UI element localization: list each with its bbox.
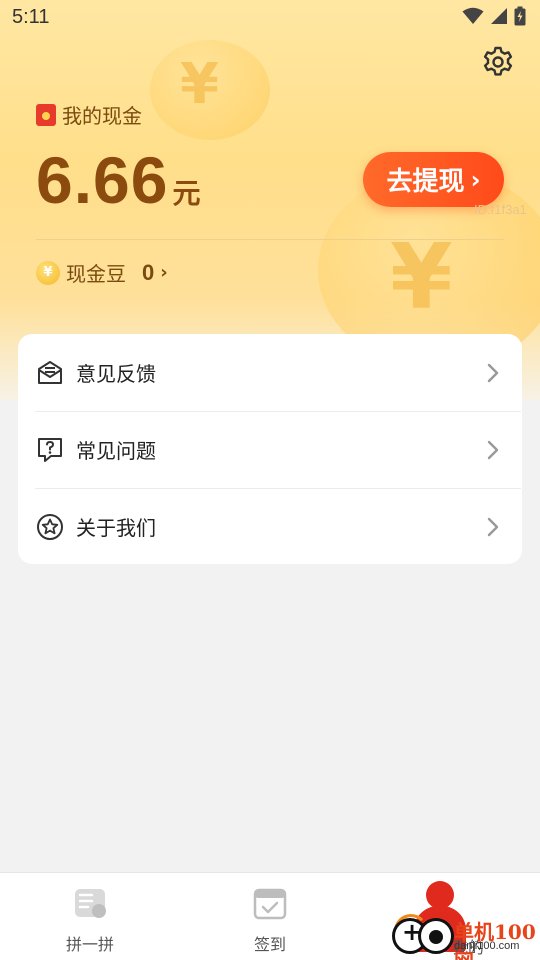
chevron-right-icon xyxy=(487,440,499,459)
watermark-logo: 我的 + 单机100网 danji100.com xyxy=(388,878,540,960)
calendar-check-icon xyxy=(253,888,287,920)
profile-person-icon xyxy=(426,881,454,909)
tab-label: 拼一拼 xyxy=(65,935,114,954)
watermark-url: danji100.com xyxy=(454,940,520,952)
menu-item-feedback[interactable]: 意见反馈 xyxy=(18,334,522,411)
watermark-dot xyxy=(429,930,443,944)
red-envelope-icon xyxy=(36,103,56,126)
user-id: ID:f1f3a1 xyxy=(474,202,527,217)
chevron-right-icon xyxy=(487,363,499,382)
status-bar: 5:11 xyxy=(0,0,540,36)
coin-icon: ¥ xyxy=(36,260,60,285)
chevron-right-icon: › xyxy=(470,165,481,194)
menu-item-faq[interactable]: 常见问题 xyxy=(18,411,522,488)
signal-icon xyxy=(491,8,507,24)
chevron-right-icon xyxy=(487,517,499,536)
chevron-right-icon: › xyxy=(160,262,168,283)
withdraw-label: 去提现 xyxy=(386,167,465,197)
cash-amount: 6.66 元 xyxy=(36,142,200,218)
settings-menu: 意见反馈 常见问题 关于我们 xyxy=(18,334,522,564)
cash-amount-unit: 元 xyxy=(172,177,201,210)
beans-label: 现金豆 xyxy=(66,262,126,286)
settings-gear-icon[interactable] xyxy=(480,44,516,80)
faq-question-icon xyxy=(38,437,62,462)
wifi-icon xyxy=(462,7,484,24)
about-star-icon xyxy=(37,513,63,540)
menu-item-label: 常见问题 xyxy=(76,439,156,463)
battery-icon xyxy=(514,6,526,26)
menu-item-about[interactable]: 关于我们 xyxy=(18,488,522,565)
feedback-envelope-icon xyxy=(38,360,62,384)
plus-icon: + xyxy=(402,918,423,946)
cash-amount-value: 6.66 xyxy=(36,143,169,217)
menu-item-label: 关于我们 xyxy=(76,516,156,540)
tab-label: 签到 xyxy=(253,935,286,954)
divider xyxy=(36,239,504,240)
status-time: 5:11 xyxy=(12,6,50,28)
status-icons xyxy=(462,6,526,26)
watermark-text: 单机100网 xyxy=(454,920,536,960)
puzzle-card-icon xyxy=(75,889,106,918)
yen-decoration-icon: ¥ xyxy=(390,225,453,330)
tab-signin[interactable]: 签到 xyxy=(180,873,360,960)
beans-value: 0 xyxy=(142,259,155,285)
tab-pinyipin[interactable]: 拼一拼 xyxy=(0,873,180,960)
withdraw-button[interactable]: 去提现 › xyxy=(363,152,504,207)
cash-beans-row[interactable]: ¥ 现金豆 0 › xyxy=(36,258,168,287)
cash-title-label: 我的现金 xyxy=(62,104,142,128)
yen-decoration-icon: ¥ xyxy=(180,52,219,117)
menu-item-label: 意见反馈 xyxy=(76,362,156,386)
cash-title: 我的现金 xyxy=(36,100,142,129)
